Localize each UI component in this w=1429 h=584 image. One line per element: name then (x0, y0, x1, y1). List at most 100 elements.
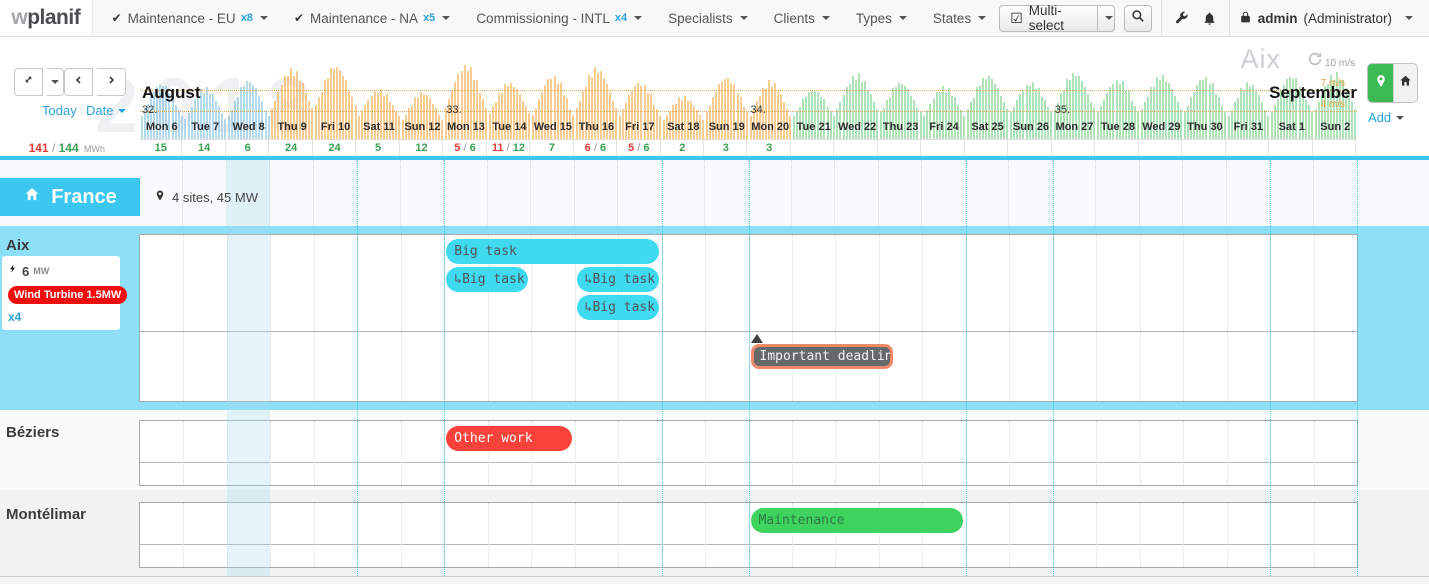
refresh-icon[interactable] (1307, 51, 1323, 72)
task-bar[interactable]: Other work (446, 426, 571, 451)
nav-menu-label: Maintenance - EU (128, 11, 236, 26)
grid-line (183, 235, 184, 401)
day-label: Tue 7 (183, 121, 226, 133)
equipment-badge[interactable]: Wind Turbine 1.5MW (8, 286, 127, 304)
day-capacity (1227, 140, 1269, 156)
grid-line (749, 235, 750, 401)
grid-line (1183, 421, 1184, 485)
day-label: Wed 15 (531, 121, 574, 133)
day-capacity (966, 140, 1008, 156)
task-bar[interactable]: Big task (446, 239, 658, 264)
grid-line (357, 421, 358, 485)
app-logo[interactable]: wplanif (0, 0, 93, 36)
home-view-button[interactable] (1393, 64, 1417, 102)
grid-line (488, 503, 489, 567)
nav-menu-label: Types (856, 11, 892, 26)
grid-line (574, 160, 575, 226)
timeline-divider (0, 156, 1429, 160)
wind-bar (482, 99, 484, 139)
grid-line (401, 421, 402, 485)
grid-line (879, 235, 880, 401)
site-label-aix[interactable]: Aix (6, 237, 29, 254)
day-label: Sat 1 (1270, 121, 1313, 133)
nav-menu-maintenance-na[interactable]: ✔Maintenance - NAx5 (281, 0, 463, 36)
grid-line (1314, 503, 1315, 567)
grid-line (1053, 503, 1054, 567)
user-menu[interactable]: admin (Administrator) (1239, 10, 1419, 27)
grid-line (1269, 160, 1270, 226)
day-label: Tue 28 (1096, 121, 1139, 133)
wind-bar (681, 100, 683, 139)
wind-bar (367, 100, 369, 139)
resize-caret[interactable] (47, 68, 64, 96)
bell-icon[interactable] (1200, 11, 1220, 26)
day-label: Tue 14 (488, 121, 531, 133)
nav-menu-maintenance-eu[interactable]: ✔Maintenance - EUx8 (99, 0, 281, 36)
grid-line (705, 235, 706, 401)
nav-menu-specialists[interactable]: Specialists (655, 0, 761, 36)
task-bar[interactable]: Maintenance (751, 508, 963, 533)
map-button[interactable] (1368, 64, 1393, 102)
chevron-right-icon (105, 73, 117, 91)
nav-menu-label: Clients (774, 11, 815, 26)
grid-line (1313, 160, 1314, 226)
nav-menu-states[interactable]: States (920, 0, 999, 36)
grid-line (618, 421, 619, 485)
day-label: Mon 6 (140, 121, 183, 133)
task-bar[interactable]: ↳Big task (577, 295, 659, 320)
schedule-grid-aix[interactable] (139, 234, 1358, 402)
grid-line (183, 421, 184, 485)
grid-line (921, 160, 922, 226)
day-label: Tue 21 (792, 121, 835, 133)
grid-line (357, 503, 358, 567)
group-header-france[interactable]: France (0, 178, 140, 216)
grid-line (1008, 160, 1009, 226)
group-name: France (51, 186, 117, 209)
today-link[interactable]: Today (42, 103, 77, 118)
wind-scale-label: 10 m/s (1325, 58, 1355, 69)
site-capacity: 6 (22, 264, 29, 279)
grid-line (269, 160, 270, 226)
day-label: Thu 23 (879, 121, 922, 133)
wind-bar (802, 99, 804, 139)
caret-down-icon (1396, 116, 1404, 120)
add-dropdown[interactable]: Add (1368, 110, 1404, 125)
grid-line (1096, 235, 1097, 401)
grid-line (401, 235, 402, 401)
day-label: Mon 27 (1053, 121, 1096, 133)
prev-button[interactable] (64, 68, 93, 96)
grid-line (227, 235, 228, 401)
day-label: Thu 9 (270, 121, 313, 133)
date-dropdown[interactable]: Date (86, 103, 126, 118)
multi-select-label: Multi-select (1029, 3, 1087, 33)
multi-select-button[interactable]: ☑ Multi-select (999, 5, 1115, 32)
schedule-grid-beziers[interactable] (139, 420, 1358, 486)
day-capacity: 11 / 12 (488, 140, 530, 156)
search-button[interactable] (1124, 5, 1152, 32)
site-label-montelimar[interactable]: Montélimar (6, 506, 86, 523)
site-label-beziers[interactable]: Béziers (6, 424, 59, 441)
grid-line (748, 160, 749, 226)
nav-menu-types[interactable]: Types (843, 0, 920, 36)
nav-menu-commissioning-intl[interactable]: Commissioning - INTLx4 (463, 0, 655, 36)
wrench-icon[interactable] (1171, 10, 1191, 26)
nav-menu-clients[interactable]: Clients (761, 0, 843, 36)
next-button[interactable] (97, 68, 126, 96)
grid-line (1096, 421, 1097, 485)
location-pin-icon (1374, 73, 1388, 94)
grid-line (705, 421, 706, 485)
group-summary: 4 sites, 45 MW (154, 188, 258, 206)
resize-button[interactable] (14, 68, 43, 96)
task-bar[interactable]: ↳Big task (577, 267, 659, 292)
task-bar[interactable]: Important deadline (751, 344, 894, 369)
grid-line (1227, 503, 1228, 567)
multi-select-caret[interactable] (1097, 6, 1115, 31)
site-card-aix: 6 MW Wind Turbine 1.5MW x4 (2, 256, 120, 330)
schedule-grid-montelimar[interactable] (139, 502, 1358, 568)
task-bar[interactable]: ↳Big task (446, 267, 528, 292)
nav-menu-label: States (933, 11, 971, 26)
grid-line (314, 503, 315, 567)
day-label: Wed 8 (227, 121, 270, 133)
day-capacity: 12 (401, 140, 443, 156)
search-icon (1131, 9, 1145, 28)
